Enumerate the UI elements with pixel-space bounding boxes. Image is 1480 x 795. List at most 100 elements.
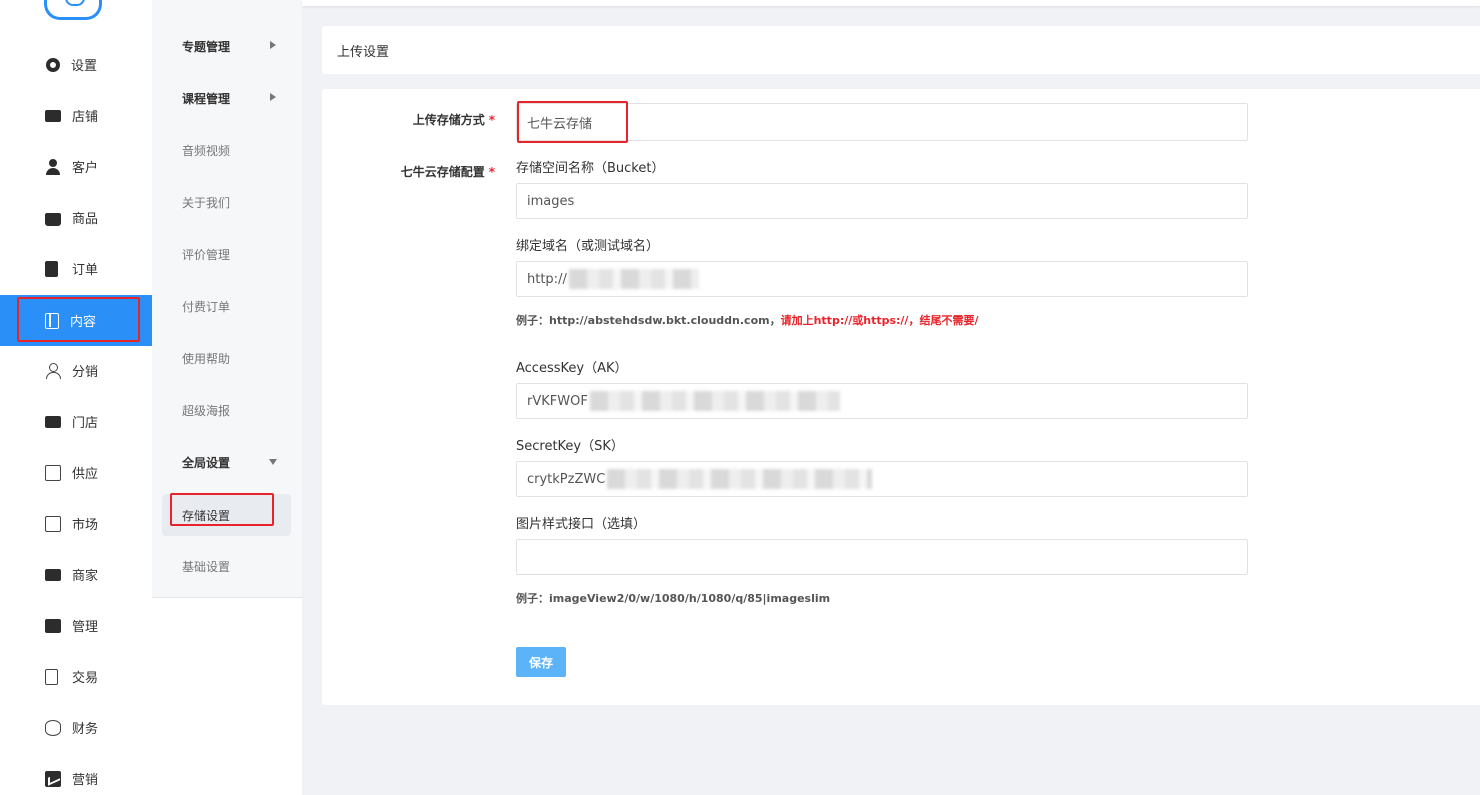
sidebar-item-label: 营销 xyxy=(72,773,99,788)
caret-right-icon xyxy=(270,93,276,101)
sidebar-item-marketing[interactable]: 营销 xyxy=(0,753,152,795)
redacted-area xyxy=(607,469,873,489)
sidebar-item-customers[interactable]: 客户 xyxy=(0,141,152,192)
sidebar-item-label: 市场 xyxy=(72,518,99,533)
domain-value: http:// xyxy=(527,271,567,287)
gear-icon xyxy=(46,57,60,72)
subnav-item-label: 评价管理 xyxy=(182,247,231,262)
page-title: 上传设置 xyxy=(337,44,390,60)
save-button[interactable]: 保存 xyxy=(516,647,566,677)
subnav-item-label: 全局设置 xyxy=(182,455,231,470)
subnav-item-paid-orders[interactable]: 付费订单 xyxy=(162,285,291,327)
secretkey-value: crytkPzZWC xyxy=(527,471,606,487)
sidebar-item-merchants[interactable]: 商家 xyxy=(0,549,152,600)
domain-hint: 例子：http://abstehdsdw.bkt.clouddn.com，请加上… xyxy=(516,312,978,328)
sidebar-item-orders[interactable]: 订单 xyxy=(0,243,152,294)
subnav-item-global-settings[interactable]: 全局设置 xyxy=(162,441,291,483)
storage-method-value: 七牛云存储 xyxy=(527,116,593,132)
required-mark: * xyxy=(488,113,495,127)
secretkey-label: SecretKey（SK） xyxy=(516,439,624,454)
subnav-item-label: 课程管理 xyxy=(182,91,231,106)
hint-text: 例子：http://abstehdsdw.bkt.clouddn.com， xyxy=(516,314,781,327)
sidebar-item-products[interactable]: 商品 xyxy=(0,192,152,243)
subnav-item-storage-settings[interactable]: 存储设置 xyxy=(162,494,291,536)
secretkey-input[interactable]: crytkPzZWC xyxy=(516,461,1248,497)
required-mark: * xyxy=(488,165,495,179)
subnav-item-label: 专题管理 xyxy=(182,39,231,54)
image-style-label: 图片样式接口（选填） xyxy=(516,517,647,532)
accesskey-label: AccessKey（AK） xyxy=(516,361,628,376)
sidebar-item-label: 客户 xyxy=(72,161,99,176)
sidebar-item-settings[interactable]: 设置 xyxy=(0,39,152,90)
subnav-item-basic-settings[interactable]: 基础设置 xyxy=(162,545,291,587)
bucket-value: images xyxy=(527,193,575,209)
bag-icon xyxy=(45,212,61,226)
document-icon xyxy=(45,668,58,685)
sidebar-item-label: 店铺 xyxy=(72,110,99,125)
caret-down-icon xyxy=(269,459,277,465)
sidebar-item-label: 交易 xyxy=(72,671,99,686)
image-style-hint: 例子：imageView2/0/w/1080/h/1080/q/85|image… xyxy=(516,592,831,605)
sidebar-item-label: 设置 xyxy=(71,59,98,74)
subnav-item-label: 使用帮助 xyxy=(182,351,231,366)
domain-input[interactable]: http:// xyxy=(516,261,1248,297)
subnav-item-reviews[interactable]: 评价管理 xyxy=(162,233,291,275)
subnav-item-label: 超级海报 xyxy=(182,403,231,418)
sidebar-item-market[interactable]: 市场 xyxy=(0,498,152,549)
app-logo[interactable] xyxy=(44,0,102,20)
subnav-item-label: 付费订单 xyxy=(182,299,231,314)
sidebar-item-label: 供应 xyxy=(72,467,99,482)
sidebar-item-stores[interactable]: 门店 xyxy=(0,396,152,447)
sidebar-item-label: 分销 xyxy=(72,365,99,380)
page-header: 上传设置 xyxy=(322,26,1480,74)
subnav-item-poster[interactable]: 超级海报 xyxy=(162,389,291,431)
sidebar-item-supply[interactable]: 供应 xyxy=(0,447,152,498)
database-icon xyxy=(45,719,61,736)
sidebar-item-label: 订单 xyxy=(72,263,99,278)
clipboard-icon xyxy=(45,260,58,277)
subnav-item-topics[interactable]: 专题管理 xyxy=(162,25,291,67)
sidebar-item-label: 管理 xyxy=(72,620,99,635)
sidebar-item-distribution[interactable]: 分销 xyxy=(0,345,152,396)
image-style-input[interactable] xyxy=(516,539,1248,575)
upload-settings-form: 上传存储方式 * 七牛云存储 七牛云存储配置 * 存储空间名称（Bucket） im… xyxy=(322,89,1480,705)
accesskey-value: rVKFWOF xyxy=(527,393,588,409)
subnav-item-help[interactable]: 使用帮助 xyxy=(162,337,291,379)
caret-right-icon xyxy=(270,41,276,49)
store-icon xyxy=(45,415,61,428)
save-button-label: 保存 xyxy=(528,655,553,670)
storage-method-label: 上传存储方式 * xyxy=(413,111,495,128)
domain-label: 绑定域名（或测试域名） xyxy=(516,239,660,254)
redacted-area xyxy=(589,391,840,411)
subnav-item-label: 基础设置 xyxy=(182,559,231,574)
sidebar-item-label: 商品 xyxy=(72,212,99,227)
sidebar-item-shop[interactable]: 店铺 xyxy=(0,90,152,141)
subnav-item-media[interactable]: 音频视频 xyxy=(162,129,291,171)
redacted-area xyxy=(568,269,699,289)
accesskey-input[interactable]: rVKFWOF xyxy=(516,383,1248,419)
manage-icon xyxy=(45,618,61,633)
top-bar xyxy=(302,0,1480,6)
sidebar-item-manage[interactable]: 管理 xyxy=(0,600,152,651)
sidebar-item-label: 财务 xyxy=(72,722,99,737)
storage-method-select[interactable]: 七牛云存储 xyxy=(516,103,1248,141)
subnav-item-label: 存储设置 xyxy=(182,508,231,523)
shop-icon xyxy=(45,109,61,122)
main-sidebar: 设置 店铺 客户 商品 订单 内容 分销 门店 供应 市场 商家 管理 交易 财… xyxy=(0,0,152,795)
hint-warning: 请加上http://或https://，结尾不需要/ xyxy=(780,314,979,327)
label-text: 上传存储方式 xyxy=(412,113,485,127)
sidebar-item-content[interactable]: 内容 xyxy=(0,295,152,346)
book-icon xyxy=(45,312,59,329)
sidebar-item-finance[interactable]: 财务 xyxy=(0,702,152,753)
subnav-item-label: 关于我们 xyxy=(182,195,231,210)
sidebar-item-transactions[interactable]: 交易 xyxy=(0,651,152,702)
subnav-item-about[interactable]: 关于我们 xyxy=(162,181,291,223)
bucket-label: 存储空间名称（Bucket） xyxy=(516,161,665,176)
subnav-item-courses[interactable]: 课程管理 xyxy=(162,77,291,119)
building-icon xyxy=(45,464,61,481)
sidebar-item-label: 门店 xyxy=(72,416,99,431)
merchant-icon xyxy=(45,568,61,581)
qiniu-config-label: 七牛云存储配置 * xyxy=(401,163,495,180)
user-outline-icon xyxy=(45,362,61,379)
bucket-input[interactable]: images xyxy=(516,183,1248,219)
